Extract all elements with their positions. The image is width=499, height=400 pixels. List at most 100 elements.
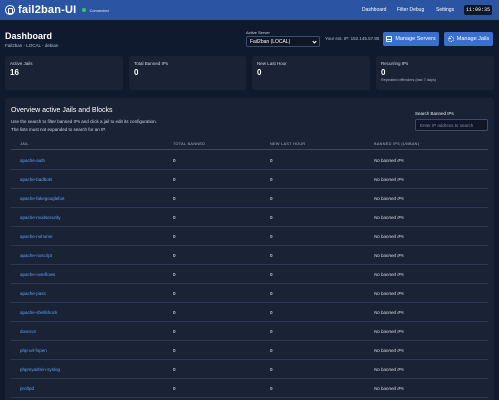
external-ip: Your ext. IP: 152.145.57.85 [325, 36, 380, 41]
app-name: fail2ban-UI [18, 4, 77, 16]
table-row: apache-shellshock 0 0 No banned IPs [11, 303, 488, 322]
banned-ips-cell: No banned IPs [374, 272, 404, 277]
jail-link[interactable]: apache-modsecurity [20, 215, 61, 220]
new-last-hour-cell: 0 [270, 386, 273, 391]
new-last-hour-cell: 0 [270, 329, 273, 334]
stat-label: Recurring IPs [381, 61, 409, 66]
stat-value: 0 [381, 68, 386, 77]
search-label: Search Banned IPs [415, 111, 454, 116]
lock-icon [5, 5, 15, 15]
jail-link[interactable]: apache-shellshock [20, 310, 57, 315]
total-banned-cell: 0 [173, 177, 176, 182]
banned-ips-cell: No banned IPs [374, 367, 404, 372]
jail-link[interactable]: apache-pass [20, 291, 46, 296]
jail-link[interactable]: apache-overflows [20, 272, 55, 277]
new-last-hour-cell: 0 [270, 291, 273, 296]
table-row: apache-noscript 0 0 No banned IPs [11, 246, 488, 265]
banned-ips-cell: No banned IPs [374, 291, 404, 296]
banned-ips-cell: No banned IPs [374, 329, 404, 334]
page-title: Dashboard [5, 31, 53, 41]
banned-ips-cell: No banned IPs [374, 348, 404, 353]
new-last-hour-cell: 0 [270, 196, 273, 201]
new-last-hour-cell: 0 [270, 348, 273, 353]
stat-label: New Last Hour [257, 61, 287, 66]
clock: 11:09:35 [464, 5, 492, 15]
column-header-total-banned: TOTAL BANNED [173, 142, 206, 146]
stat-card-active-jails: Active Jails 16 [5, 56, 123, 90]
table-row: dovecot 0 0 No banned IPs [11, 322, 488, 341]
stat-card-new-last-hour: New Last Hour 0 [252, 56, 370, 90]
column-header-new-last-hour: NEW LAST HOUR [270, 142, 306, 146]
overview-title: Overview active Jails and Blocks [11, 107, 113, 114]
total-banned-cell: 0 [173, 253, 176, 258]
server-icon [386, 36, 393, 42]
page-subtitle: Fail2ban - LOCAL - debian [5, 43, 59, 48]
total-banned-cell: 0 [173, 272, 176, 277]
jail-link[interactable]: apache-fakegooglebot [20, 196, 65, 201]
manage-servers-button[interactable]: Manage Servers [383, 32, 439, 46]
manage-servers-label: Manage Servers [395, 36, 436, 42]
total-banned-cell: 0 [173, 158, 176, 163]
overview-panel: Overview active Jails and Blocks Use the… [5, 98, 494, 400]
banned-ips-cell: No banned IPs [374, 215, 404, 220]
search-ip-input[interactable] [415, 119, 488, 131]
total-banned-cell: 0 [173, 329, 176, 334]
overview-description: Use the search to filter banned IPs and … [11, 119, 157, 124]
new-last-hour-cell: 0 [270, 253, 273, 258]
banned-ips-cell: No banned IPs [374, 177, 404, 182]
server-select[interactable]: Fail2ban (LOCAL) [246, 36, 320, 47]
total-banned-cell: 0 [173, 215, 176, 220]
table-row: php-url-fopen 0 0 No banned IPs [11, 341, 488, 360]
table-row: apache-pass 0 0 No banned IPs [11, 284, 488, 303]
nav-filter-debug[interactable]: Filter Debug [397, 7, 424, 13]
banned-ips-cell: No banned IPs [374, 234, 404, 239]
column-header-banned-ips: BANNED IPS (UNBAN) [374, 142, 420, 146]
new-last-hour-cell: 0 [270, 367, 273, 372]
jail-link[interactable]: dovecot [20, 329, 36, 334]
manage-jails-label: Manage Jails [456, 36, 490, 42]
table-row: phpmyadmin-syslog 0 0 No banned IPs [11, 360, 488, 379]
stat-value: 0 [134, 68, 139, 77]
stat-note: Repeated offenders (last 7 days) [381, 78, 437, 82]
top-navbar: fail2ban-UI Connected Dashboard Filter D… [0, 0, 499, 20]
stat-label: Active Jails [10, 61, 33, 66]
total-banned-cell: 0 [173, 310, 176, 315]
banned-ips-cell: No banned IPs [374, 158, 404, 163]
table-row: apache-nohome 0 0 No banned IPs [11, 227, 488, 246]
server-select-value: Fail2ban (LOCAL) [250, 38, 291, 45]
table-row: apache-modsecurity 0 0 No banned IPs [11, 208, 488, 227]
new-last-hour-cell: 0 [270, 234, 273, 239]
stat-value: 0 [257, 68, 262, 77]
stat-card-total-banned: Total Banned IPs 0 [129, 56, 246, 90]
nav-dashboard[interactable]: Dashboard [362, 7, 386, 13]
table-row: apache-badbots 0 0 No banned IPs [11, 170, 488, 189]
nav-settings[interactable]: Settings [436, 7, 454, 13]
new-last-hour-cell: 0 [270, 272, 273, 277]
total-banned-cell: 0 [173, 367, 176, 372]
jail-link[interactable]: php-url-fopen [20, 348, 47, 353]
column-header-jail: JAIL [20, 142, 29, 146]
new-last-hour-cell: 0 [270, 177, 273, 182]
table-row: proftpd 0 0 No banned IPs [11, 379, 488, 398]
overview-note: The lists must not expanded to search fo… [11, 127, 106, 132]
jail-link[interactable]: apache-badbots [20, 177, 52, 182]
stat-label: Total Banned IPs [134, 61, 169, 66]
jail-link[interactable]: phpmyadmin-syslog [20, 367, 60, 372]
connection-status: Connected [89, 7, 109, 13]
total-banned-cell: 0 [173, 196, 176, 201]
status-dot-icon [82, 8, 87, 12]
chevron-down-icon [312, 39, 317, 44]
jail-link[interactable]: apache-auth [20, 158, 45, 163]
new-last-hour-cell: 0 [270, 310, 273, 315]
jail-link[interactable]: apache-nohome [20, 234, 53, 239]
total-banned-cell: 0 [173, 291, 176, 296]
banned-ips-cell: No banned IPs [374, 310, 404, 315]
brand[interactable]: fail2ban-UI [5, 4, 76, 16]
table-row: apache-overflows 0 0 No banned IPs [11, 265, 488, 284]
jail-link[interactable]: proftpd [20, 386, 34, 391]
manage-jails-button[interactable]: Manage Jails [444, 32, 493, 46]
total-banned-cell: 0 [173, 348, 176, 353]
total-banned-cell: 0 [173, 234, 176, 239]
new-last-hour-cell: 0 [270, 158, 273, 163]
jail-link[interactable]: apache-noscript [20, 253, 52, 258]
